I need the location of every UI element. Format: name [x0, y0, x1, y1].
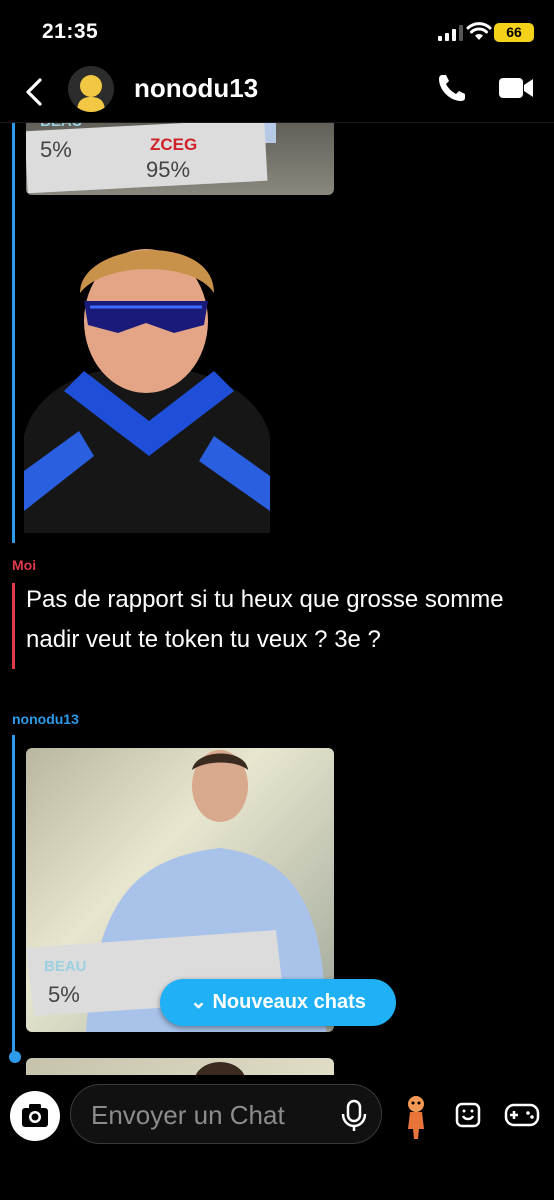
back-chevron-icon[interactable]	[20, 72, 50, 112]
avatar[interactable]	[68, 66, 114, 112]
wifi-icon	[466, 22, 492, 40]
photo-tag-left: BEAU	[44, 958, 87, 975]
sender-bar-them	[12, 735, 15, 1055]
phone-icon[interactable]	[436, 72, 468, 104]
chat-header: nonodu13	[0, 64, 554, 123]
new-chats-button[interactable]: ⌄ Nouveaux chats	[160, 979, 396, 1026]
chat-username[interactable]: nonodu13	[134, 73, 258, 104]
chat-input[interactable]	[89, 1095, 333, 1135]
video-call-icon[interactable]	[498, 74, 534, 102]
status-bar: 21:35 66	[0, 0, 554, 64]
sticker-icon[interactable]	[452, 1099, 484, 1131]
composer-bar	[0, 1075, 554, 1200]
photo-pct-right: 95%	[146, 157, 191, 182]
bitmoji-icon[interactable]	[402, 1095, 430, 1139]
photo-content-icon	[195, 1062, 245, 1075]
battery-indicator: 66	[494, 23, 534, 42]
photo-pct-left: 5%	[48, 982, 80, 1007]
photo-pct-left: 5%	[40, 137, 72, 162]
chat-thread[interactable]: BEAU 5% ZCEG 95% Moi Pas de rapport si t…	[0, 123, 554, 1075]
message-text[interactable]: Pas de rapport si tu heux que grosse som…	[26, 580, 526, 660]
cellular-signal-icon	[438, 25, 463, 41]
status-time: 21:35	[42, 20, 99, 43]
bitmoji-avatar-icon	[77, 75, 105, 112]
chevron-down-icon: ⌄	[190, 991, 213, 1013]
sender-label-me: Moi	[12, 557, 37, 573]
chat-input-container[interactable]	[70, 1084, 382, 1144]
game-controller-icon[interactable]	[504, 1101, 540, 1129]
timeline-dot	[9, 1051, 21, 1063]
photo-tag-left: BEAU	[40, 123, 83, 130]
camera-icon	[22, 1104, 48, 1127]
sender-bar-me	[12, 583, 15, 669]
snap-cutout-sticker[interactable]	[24, 221, 270, 533]
camera-button[interactable]	[10, 1091, 60, 1141]
snap-photo[interactable]	[26, 1058, 334, 1075]
microphone-icon[interactable]	[339, 1099, 369, 1133]
snap-photo[interactable]: BEAU 5% ZCEG 95%	[26, 123, 334, 195]
new-chats-label: Nouveaux chats	[212, 991, 366, 1013]
photo-tag-right: ZCEG	[150, 135, 198, 154]
sticker-person-icon	[24, 249, 270, 533]
sender-bar-them	[12, 123, 15, 543]
sender-label-them: nonodu13	[12, 711, 79, 727]
